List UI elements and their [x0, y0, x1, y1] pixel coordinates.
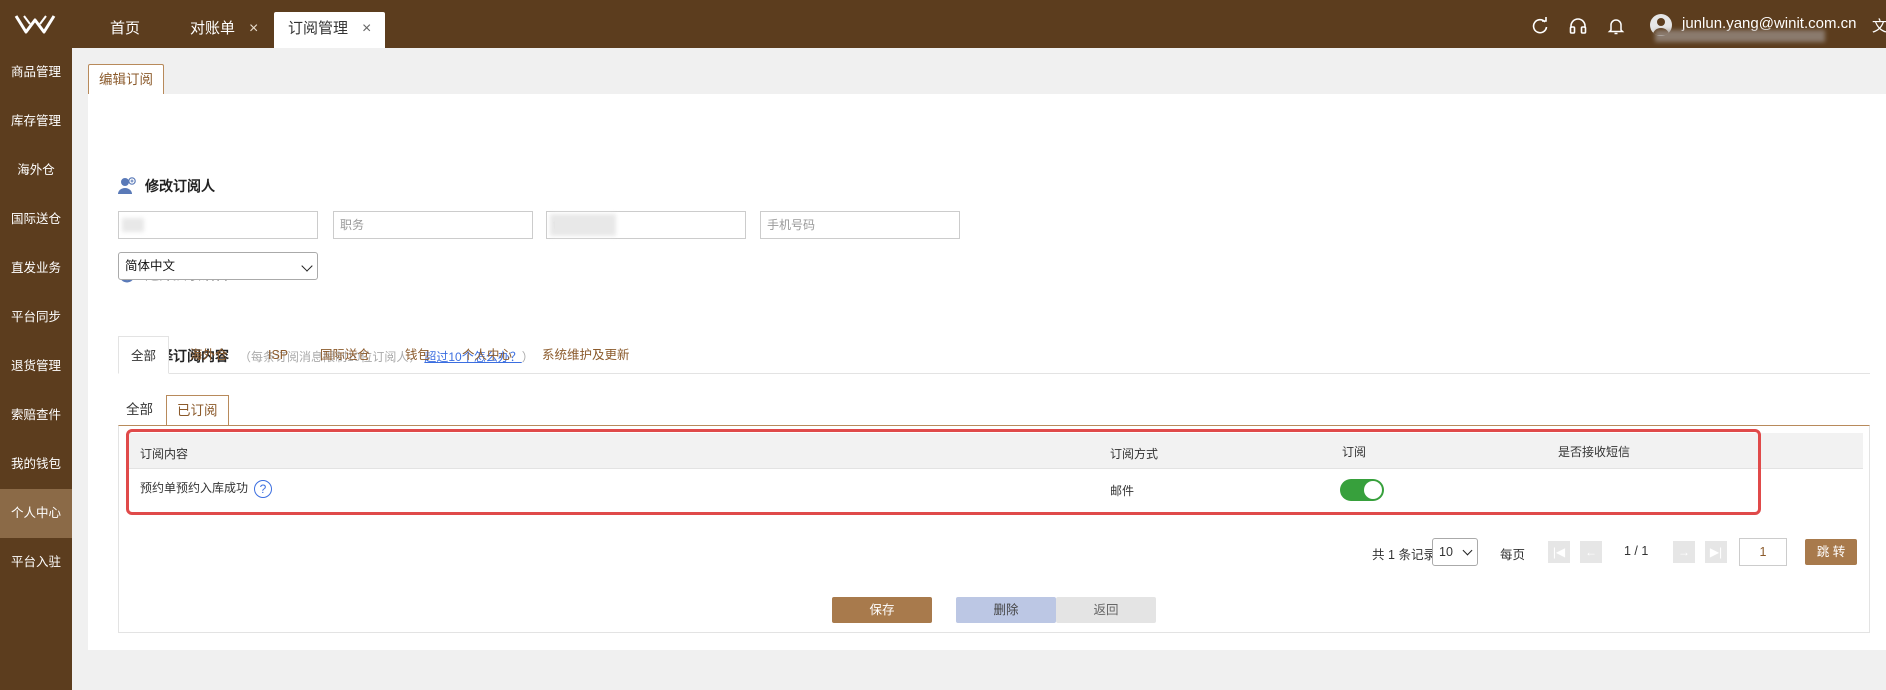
language-select-value: 简体中文 — [125, 259, 176, 273]
redaction-mask — [122, 218, 144, 232]
back-button[interactable]: 返回 — [1056, 597, 1156, 623]
tab-label: 对账单 — [190, 20, 236, 37]
tab-home[interactable]: 首页 — [96, 12, 154, 48]
total-suffix: 条记录 — [1398, 548, 1436, 562]
prev-page-icon[interactable]: ← — [1580, 541, 1602, 563]
toggle-knob — [1364, 481, 1382, 499]
redaction-mask — [550, 214, 616, 236]
subscription-content-cell: 预约单预约入库成功 — [140, 481, 249, 495]
sidebar-item-label: 退货管理 — [10, 359, 61, 373]
column-header-sms: 是否接收短信 — [1558, 445, 1631, 459]
name-field[interactable] — [118, 211, 318, 239]
refresh-icon[interactable] — [1530, 16, 1550, 36]
sidebar-item-label: 海外仓 — [17, 163, 55, 177]
main-content: 编辑订阅 修改订阅人 选择接收语言 — [72, 48, 1886, 690]
close-icon[interactable]: × — [362, 20, 371, 37]
sidebar-item-label: 国际送仓 — [10, 212, 61, 226]
subscribe-toggle[interactable] — [1340, 479, 1384, 501]
total-records: 共 1 条记录 — [1372, 544, 1436, 563]
phone-field[interactable] — [760, 211, 960, 239]
tab-label: 首页 — [110, 20, 141, 37]
sidebar-item-label: 我的钱包 — [10, 457, 61, 471]
page-info: 1 / 1 — [1624, 544, 1649, 558]
sidebar-item-label: 平台同步 — [10, 310, 61, 324]
sidebar-item-intl-delivery[interactable]: 国际送仓 — [0, 195, 72, 244]
tab-subscribed[interactable]: 已订阅 — [166, 395, 229, 425]
column-header-method: 订阅方式 — [1110, 447, 1159, 461]
category-tabs: 全部 海外仓 ISP 国际送仓 钱包 个人中心 系统维护及更新 — [118, 336, 1870, 374]
tab-category-all[interactable]: 全部 — [118, 336, 170, 374]
sidebar-item-direct-shipping[interactable]: 直发业务 — [0, 244, 72, 293]
first-page-icon[interactable]: |◀ — [1548, 541, 1570, 563]
chevron-down-icon — [1462, 545, 1473, 556]
column-header-subscribe: 订阅 — [1342, 445, 1367, 459]
sidebar-item-label: 直发业务 — [10, 261, 61, 275]
sidebar-item-label: 库存管理 — [10, 114, 61, 128]
redaction-mask — [1655, 30, 1825, 42]
sidebar-item-platform-sync[interactable]: 平台同步 — [0, 293, 72, 342]
user-edit-icon — [118, 177, 136, 194]
sidebar-item-products[interactable]: 商品管理 — [0, 48, 72, 97]
delete-button[interactable]: 删除 — [956, 597, 1056, 623]
jump-button[interactable]: 跳 转 — [1805, 539, 1857, 565]
position-field[interactable] — [333, 211, 533, 239]
tab-category-overseas-warehouse[interactable]: 海外仓 — [190, 336, 228, 374]
help-icon[interactable]: ? — [254, 479, 273, 498]
sidebar-item-label: 个人中心 — [10, 506, 61, 520]
sidebar-item-overseas-warehouse[interactable]: 海外仓 — [0, 146, 72, 195]
tab-category-wallet[interactable]: 钱包 — [405, 336, 430, 374]
page-size-select[interactable]: 10 — [1432, 538, 1478, 566]
headset-icon[interactable] — [1568, 16, 1588, 36]
sidebar-item-platform-onboarding[interactable]: 平台入驻 — [0, 538, 72, 587]
total-count: 1 — [1388, 548, 1395, 562]
sidebar-item-returns[interactable]: 退货管理 — [0, 342, 72, 391]
sidebar-item-claims[interactable]: 索赔查件 — [0, 391, 72, 440]
language-select[interactable]: 简体中文 — [118, 252, 318, 280]
tab-category-intl-delivery[interactable]: 国际送仓 — [320, 336, 370, 374]
total-prefix: 共 — [1372, 548, 1385, 562]
tab-category-personal-center[interactable]: 个人中心 — [462, 336, 512, 374]
close-icon[interactable]: × — [249, 20, 258, 37]
page-size-value: 10 — [1439, 545, 1453, 559]
subscription-method-cell: 邮件 — [1110, 484, 1135, 498]
tab-category-system-maintenance[interactable]: 系统维护及更新 — [542, 336, 630, 374]
tab-category-isp[interactable]: ISP — [268, 336, 288, 374]
sidebar-item-label: 商品管理 — [10, 65, 61, 79]
save-button[interactable]: 保存 — [832, 597, 932, 623]
table-row: 预约单预约入库成功? — [140, 479, 273, 498]
sidebar-item-wallet[interactable]: 我的钱包 — [0, 440, 72, 489]
language-switch[interactable]: 文 — [1872, 15, 1886, 36]
sidebar-item-label: 索赔查件 — [10, 408, 61, 422]
sidebar-item-label: 平台入驻 — [10, 555, 61, 569]
tab-statement[interactable]: 对账单 × — [176, 12, 272, 48]
chevron-down-icon — [301, 260, 313, 272]
subscriber-section-title: 修改订阅人 — [118, 176, 215, 196]
section-title: 修改订阅人 — [145, 178, 215, 194]
per-page-label: 每页 — [1500, 548, 1526, 562]
brand-logo-icon[interactable] — [14, 12, 56, 36]
tab-subscription-management[interactable]: 订阅管理 × — [274, 12, 386, 48]
top-bar: 首页 对账单 × 订阅管理 × junlun.yang@winit.com.cn 文 — [0, 0, 1886, 48]
sidebar: 商品管理 库存管理 海外仓 国际送仓 直发业务 平台同步 退货管理 索赔查件 我… — [0, 48, 72, 690]
page-jump-input[interactable]: 1 — [1739, 538, 1787, 566]
next-page-icon[interactable]: → — [1673, 541, 1695, 563]
tab-show-all[interactable]: 全部 — [116, 395, 163, 425]
bell-icon[interactable] — [1606, 16, 1626, 36]
tab-label: 订阅管理 — [288, 20, 349, 37]
tab-edit-subscription[interactable]: 编辑订阅 — [88, 64, 164, 94]
last-page-icon[interactable]: ▶| — [1705, 541, 1727, 563]
sidebar-item-inventory[interactable]: 库存管理 — [0, 97, 72, 146]
column-header-content: 订阅内容 — [140, 447, 189, 461]
page-tab-bar — [88, 64, 1886, 97]
sidebar-item-personal-center[interactable]: 个人中心 — [0, 489, 72, 538]
